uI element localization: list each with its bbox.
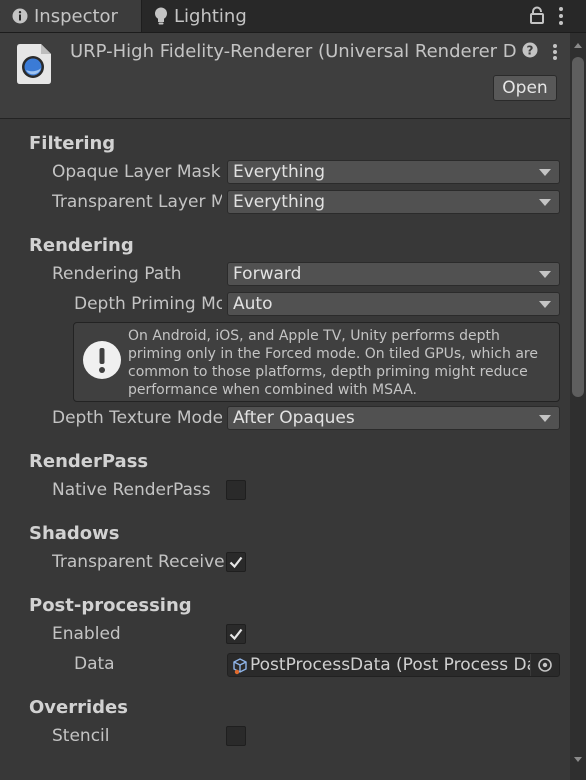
depth-priming-mode-label: Depth Priming Mode	[74, 294, 222, 314]
checkmark-icon	[229, 628, 243, 641]
tab-bar: Inspector Lighting	[0, 0, 586, 33]
renderer-asset-icon	[15, 43, 53, 89]
transparent-receive-shadows-label: Transparent Receive Shadows	[52, 552, 224, 572]
pp-enabled-label: Enabled	[52, 624, 121, 644]
scroll-up-icon[interactable]	[574, 43, 582, 48]
section-post-processing: Post-processing	[29, 595, 192, 616]
svg-text:?: ?	[527, 44, 534, 58]
opaque-layer-mask-label: Opaque Layer Mask	[52, 162, 221, 182]
inspector-content: Filtering Opaque Layer Mask Everything T…	[0, 119, 570, 780]
lock-icon[interactable]	[528, 6, 546, 28]
transparent-layer-mask-dropdown[interactable]: Everything	[227, 190, 560, 214]
depth-texture-mode-dropdown[interactable]: After Opaques	[227, 406, 560, 430]
transparent-receive-shadows-checkbox[interactable]	[226, 552, 246, 572]
stencil-checkbox[interactable]	[226, 726, 246, 746]
native-renderpass-checkbox[interactable]	[226, 480, 246, 500]
dropdown-arrow-icon	[539, 199, 551, 206]
asset-title: URP-High Fidelity-Renderer (Universal Re…	[70, 41, 516, 62]
dropdown-arrow-icon	[539, 301, 551, 308]
tab-lighting[interactable]: Lighting	[152, 0, 282, 32]
transparent-layer-mask-value: Everything	[233, 192, 326, 212]
opaque-layer-mask-value: Everything	[233, 162, 326, 182]
vertical-scrollbar[interactable]	[570, 33, 586, 780]
scrollbar-thumb[interactable]	[572, 57, 584, 397]
stencil-label: Stencil	[52, 726, 110, 746]
dropdown-arrow-icon	[539, 271, 551, 278]
pp-data-label: Data	[74, 654, 115, 674]
rendering-path-dropdown[interactable]: Forward	[227, 262, 560, 286]
depth-priming-mode-dropdown[interactable]: Auto	[227, 292, 560, 316]
depth-texture-mode-value: After Opaques	[233, 408, 355, 428]
tab-inspector[interactable]: Inspector	[0, 0, 142, 32]
dropdown-arrow-icon	[539, 169, 551, 176]
warning-icon	[82, 340, 122, 384]
rendering-path-value: Forward	[233, 264, 302, 284]
kebab-menu-icon[interactable]	[558, 6, 564, 30]
section-filtering: Filtering	[29, 133, 116, 154]
pp-data-value: PostProcessData (Post Process Data)	[250, 655, 530, 675]
depth-texture-mode-label: Depth Texture Mode	[52, 408, 222, 428]
checkmark-icon	[229, 556, 243, 569]
pp-data-object-field[interactable]: PostProcessData (Post Process Data)	[227, 653, 560, 677]
info-icon	[12, 8, 28, 24]
section-overrides: Overrides	[29, 697, 128, 718]
depth-priming-mode-value: Auto	[233, 294, 273, 314]
rendering-path-label: Rendering Path	[52, 264, 182, 284]
section-rendering: Rendering	[29, 235, 134, 256]
scroll-down-icon[interactable]	[574, 757, 582, 762]
header-kebab-menu-icon[interactable]	[552, 43, 558, 65]
help-message: On Android, iOS, and Apple TV, Unity per…	[128, 328, 538, 398]
cube-asset-icon	[231, 657, 249, 680]
tab-inspector-label: Inspector	[34, 5, 118, 27]
object-picker-icon[interactable]	[530, 654, 559, 676]
section-renderpass: RenderPass	[29, 451, 149, 472]
section-shadows: Shadows	[29, 523, 120, 544]
open-button[interactable]: Open	[493, 75, 557, 101]
tab-lighting-label: Lighting	[174, 5, 247, 27]
help-icon[interactable]: ?	[522, 42, 538, 62]
lightbulb-icon	[154, 7, 168, 25]
transparent-layer-mask-label: Transparent Layer Mask	[52, 192, 222, 212]
depth-priming-help-box: On Android, iOS, and Apple TV, Unity per…	[73, 322, 560, 402]
native-renderpass-label: Native RenderPass	[52, 480, 211, 500]
dropdown-arrow-icon	[539, 415, 551, 422]
pp-enabled-checkbox[interactable]	[226, 624, 246, 644]
inspector-header: URP-High Fidelity-Renderer (Universal Re…	[0, 33, 586, 119]
opaque-layer-mask-dropdown[interactable]: Everything	[227, 160, 560, 184]
